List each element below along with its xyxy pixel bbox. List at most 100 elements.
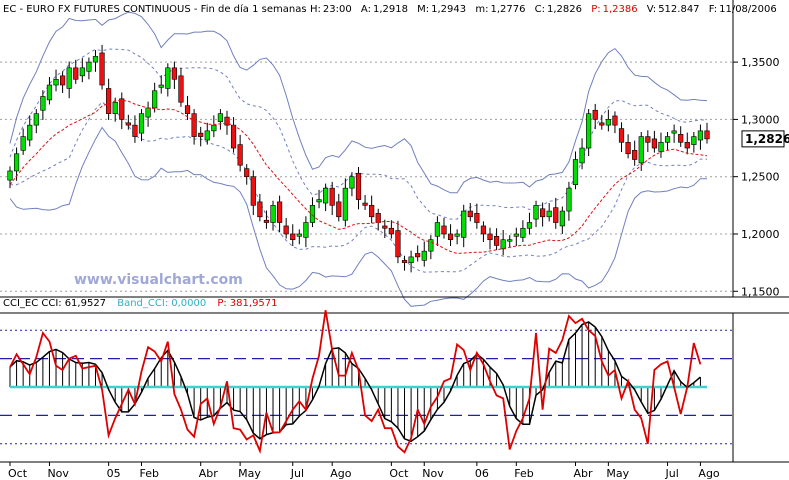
x-tick-label: Oct: [8, 467, 28, 480]
candle-body-up: [461, 210, 467, 238]
candle-body-down: [257, 201, 263, 218]
open-value: 1,2918: [373, 4, 408, 15]
candle-body-down: [290, 233, 296, 241]
candle-body-up: [520, 227, 526, 238]
candle-body-down: [401, 260, 408, 263]
x-tick-label: Jul: [665, 467, 679, 480]
close-label: C:: [535, 4, 545, 15]
candle-body-down: [395, 230, 401, 258]
p-label: P:: [591, 4, 600, 15]
candle-body-down: [625, 142, 631, 155]
max-value: 1,2943: [431, 4, 466, 15]
watermark: www.visualchart.com: [74, 272, 243, 288]
candle-body-up: [408, 256, 414, 263]
high-value: 23:00: [323, 4, 352, 15]
candle-body-down: [493, 235, 500, 246]
candle-body-down: [230, 124, 237, 149]
candle-body-up: [579, 147, 585, 164]
candle-body-down: [645, 136, 651, 143]
candle-body-up: [691, 136, 697, 145]
candle-body-up: [526, 222, 533, 229]
x-tick-label: Abr: [573, 467, 593, 480]
candle-body-up: [664, 136, 671, 143]
chart-title: EC - EURO FX FUTURES CONTINUOUS - Fin de…: [3, 3, 307, 15]
candle-body-up: [296, 233, 302, 237]
candle-body-down: [336, 201, 342, 218]
candle-body-down: [73, 67, 79, 80]
candle-body-up: [566, 187, 572, 212]
candle-body-up: [507, 239, 513, 242]
candle-body-down: [447, 233, 454, 241]
candle-body-down: [369, 205, 375, 218]
candle-body-up: [309, 205, 316, 223]
candle-body-up: [316, 199, 322, 203]
candle-body-up: [434, 222, 441, 237]
candle-body-down: [487, 233, 493, 241]
candle-body-up: [46, 84, 53, 101]
candle-body-up: [697, 130, 704, 141]
date-label: F:: [709, 4, 717, 15]
volume-label: V:: [647, 4, 656, 15]
candle-body-down: [263, 219, 270, 223]
candle-body-down: [618, 128, 625, 143]
close-value: 1,2826: [547, 4, 582, 15]
candle-body-up: [165, 67, 171, 89]
candle-body-down: [553, 207, 559, 223]
candle-body-down: [106, 88, 112, 114]
candle-body-down: [276, 201, 283, 223]
x-tick-label: May: [238, 467, 261, 480]
candle-body-down: [237, 144, 243, 166]
candle-body-up: [204, 130, 210, 141]
x-tick-label: Abr: [199, 467, 219, 480]
x-tick-label: Ago: [698, 467, 720, 480]
x-tick-label: Nov: [47, 467, 69, 480]
cci-value: 61,9527: [65, 298, 106, 309]
candle-body-up: [559, 210, 565, 227]
indicator-p-value: 381,9571: [230, 298, 278, 309]
candle-body-up: [66, 67, 72, 89]
candle-body-down: [382, 225, 388, 229]
x-tick-label: 06: [475, 467, 489, 480]
candle-body-up: [20, 136, 26, 151]
candle-body-up: [86, 61, 92, 72]
candle-body-down: [362, 202, 368, 206]
p-value: 1,2386: [603, 4, 638, 15]
candle-body-down: [184, 105, 191, 114]
x-tick-label: Oct: [389, 467, 409, 480]
candle-body-down: [599, 122, 605, 126]
candle-body-down: [632, 150, 638, 160]
price-tick-label: 1,2500: [741, 171, 780, 184]
price-tick-label: 1,3500: [741, 56, 780, 69]
cci-label: CCI_EC CCI:: [3, 298, 62, 309]
candle-body-up: [546, 210, 552, 218]
candle-body-down: [467, 210, 473, 218]
candle-body-up: [454, 233, 460, 237]
candle-body-up: [211, 124, 217, 132]
candle-body-up: [605, 119, 611, 126]
x-tick-label: Ago: [330, 467, 352, 480]
chart-canvas: 1,1500 1,2000 1,2500 1,3000 1,3500 EC - EURO…: [0, 0, 789, 480]
x-tick-label: 05: [107, 467, 121, 480]
candle-body-up: [112, 101, 118, 114]
candle-body-down: [171, 67, 177, 80]
candle-body-up: [40, 96, 46, 111]
candle-body-down: [99, 52, 105, 86]
open-label: A:: [361, 4, 371, 15]
price-tick-label: 1,3000: [741, 113, 780, 126]
max-label: M:: [417, 4, 429, 15]
price-tick-label: 1,1500: [741, 285, 780, 298]
candle-body-down: [198, 132, 204, 137]
candle-body-up: [145, 107, 151, 118]
candle-body-up: [303, 222, 309, 238]
candle-body-up: [500, 239, 506, 250]
candle-body-down: [651, 138, 657, 149]
candle-body-down: [178, 75, 184, 103]
candle-body-down: [355, 172, 362, 200]
candle-body-down: [60, 75, 66, 86]
candle-body-up: [27, 124, 33, 141]
candle-body-up: [33, 113, 39, 126]
candle-body-up: [152, 90, 158, 109]
chart-window: 1,1500 1,2000 1,2500 1,3000 1,3500 EC - EURO…: [0, 0, 789, 480]
candle-body-down: [119, 98, 125, 120]
x-tick-label: Jul: [290, 467, 304, 480]
